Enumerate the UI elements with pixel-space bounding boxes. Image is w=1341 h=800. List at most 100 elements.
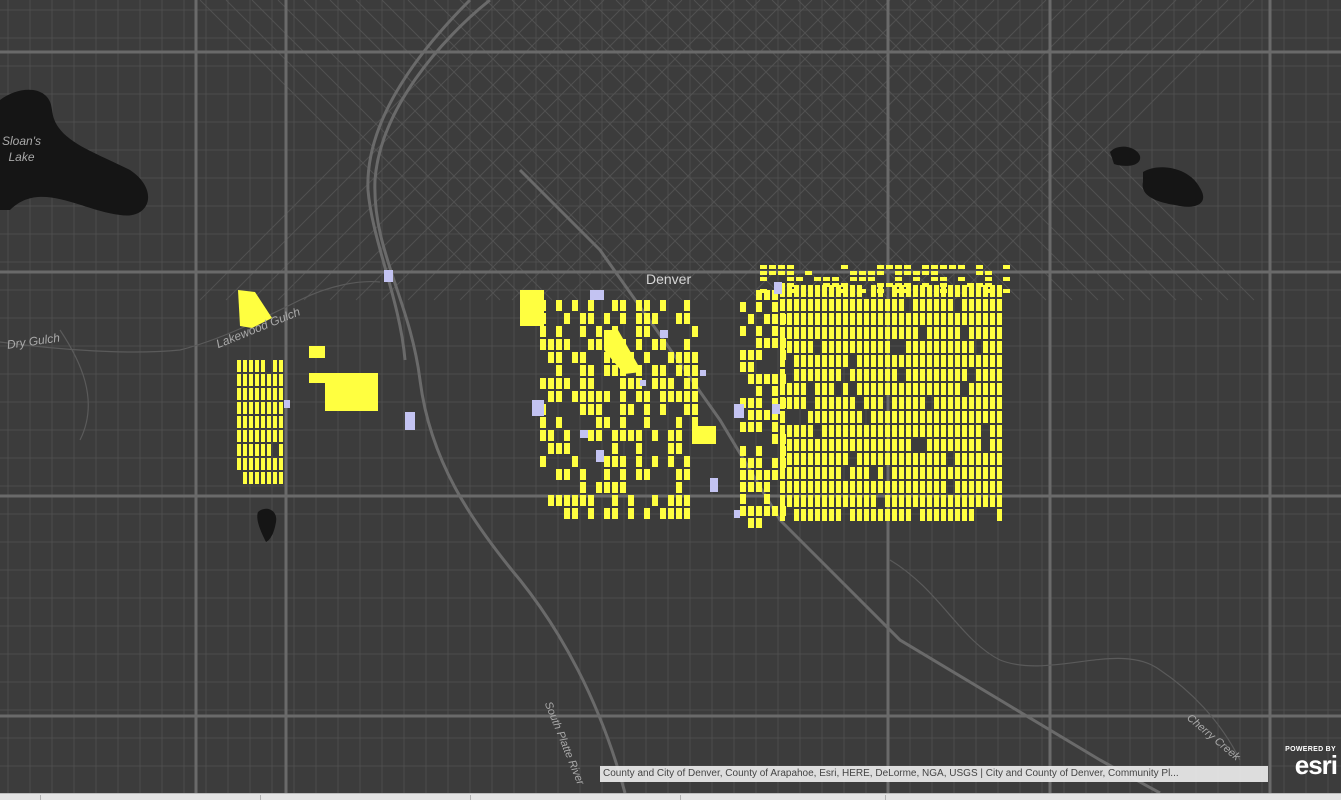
parcel [801,397,806,409]
parcel [676,443,682,454]
esri-logo[interactable]: POWERED BY esri [1278,746,1340,782]
parcel [787,453,792,465]
parcel [823,283,830,287]
parcel [864,355,869,367]
parcel [841,283,848,287]
parcel [850,509,855,521]
parcel [612,300,618,311]
parcel [644,417,650,428]
parcel [684,339,690,350]
parcel [668,508,674,519]
parcel [920,299,925,311]
parcel [740,458,746,468]
parcel [748,470,754,480]
parcel [990,341,995,353]
parcel [920,481,925,493]
parcel [976,481,981,493]
parcel [878,369,883,381]
parcel [794,453,799,465]
parcel [652,365,658,376]
parcel [660,404,666,415]
parcel [612,365,618,376]
parcel [801,383,806,395]
parcel [572,300,578,311]
parcel [588,430,594,441]
parcel [279,388,283,400]
parcel [772,434,778,444]
status-bar [0,793,1341,800]
parcel [871,369,876,381]
parcel [885,495,890,507]
parcel [815,313,820,325]
parcel [556,417,562,428]
parcel [267,430,271,442]
parcel [892,313,897,325]
parcel-secondary [640,380,646,386]
parcel [934,411,939,423]
parcel [976,369,981,381]
parcel [612,508,618,519]
parcel [580,391,586,402]
parcel [756,326,762,336]
parcel [934,285,939,297]
parcel [885,341,890,353]
parcel [920,369,925,381]
parcel [801,481,806,493]
parcel [801,439,806,451]
parcel [580,365,586,376]
parcel [913,481,918,493]
parcel [871,397,876,409]
parcel [878,467,883,479]
parcel [822,313,827,325]
parcel [857,425,862,437]
parcel [815,299,820,311]
parcel [895,277,902,281]
parcel [997,411,1002,423]
parcel [801,313,806,325]
parcel [255,458,259,470]
parcel [564,495,570,506]
parcel [864,383,869,395]
parcel [906,411,911,423]
parcel [899,299,904,311]
parcel [548,430,554,441]
parcel [934,313,939,325]
parcel [983,495,988,507]
parcel [808,313,813,325]
parcel [969,299,974,311]
parcel [255,402,259,414]
parcel [997,299,1002,311]
parcel [564,430,570,441]
parcel [962,439,967,451]
parcel [878,425,883,437]
parcel [899,495,904,507]
parcel [756,506,762,516]
parcel [941,439,946,451]
parcel [877,283,884,287]
parcel [764,494,770,504]
parcel [990,425,995,437]
parcel [273,430,277,442]
parcel [780,299,785,311]
parcel [684,352,690,363]
parcel [548,495,554,506]
parcel [794,383,799,395]
parcel [885,453,890,465]
parcel [780,411,785,423]
parcel [969,397,974,409]
parcel [948,509,953,521]
parcel [780,458,786,468]
parcel [904,283,911,287]
parcel [780,495,785,507]
parcel [580,482,586,493]
parcel [556,495,562,506]
parcel [822,299,827,311]
map-canvas[interactable]: Sloan's Lake Dry Gulch Lakewood Gulch So… [0,0,1341,800]
parcel [836,495,841,507]
parcel [913,495,918,507]
parcel [237,360,241,372]
parcel [772,374,778,384]
parcel [990,355,995,367]
parcel [922,271,929,275]
parcel [927,383,932,395]
